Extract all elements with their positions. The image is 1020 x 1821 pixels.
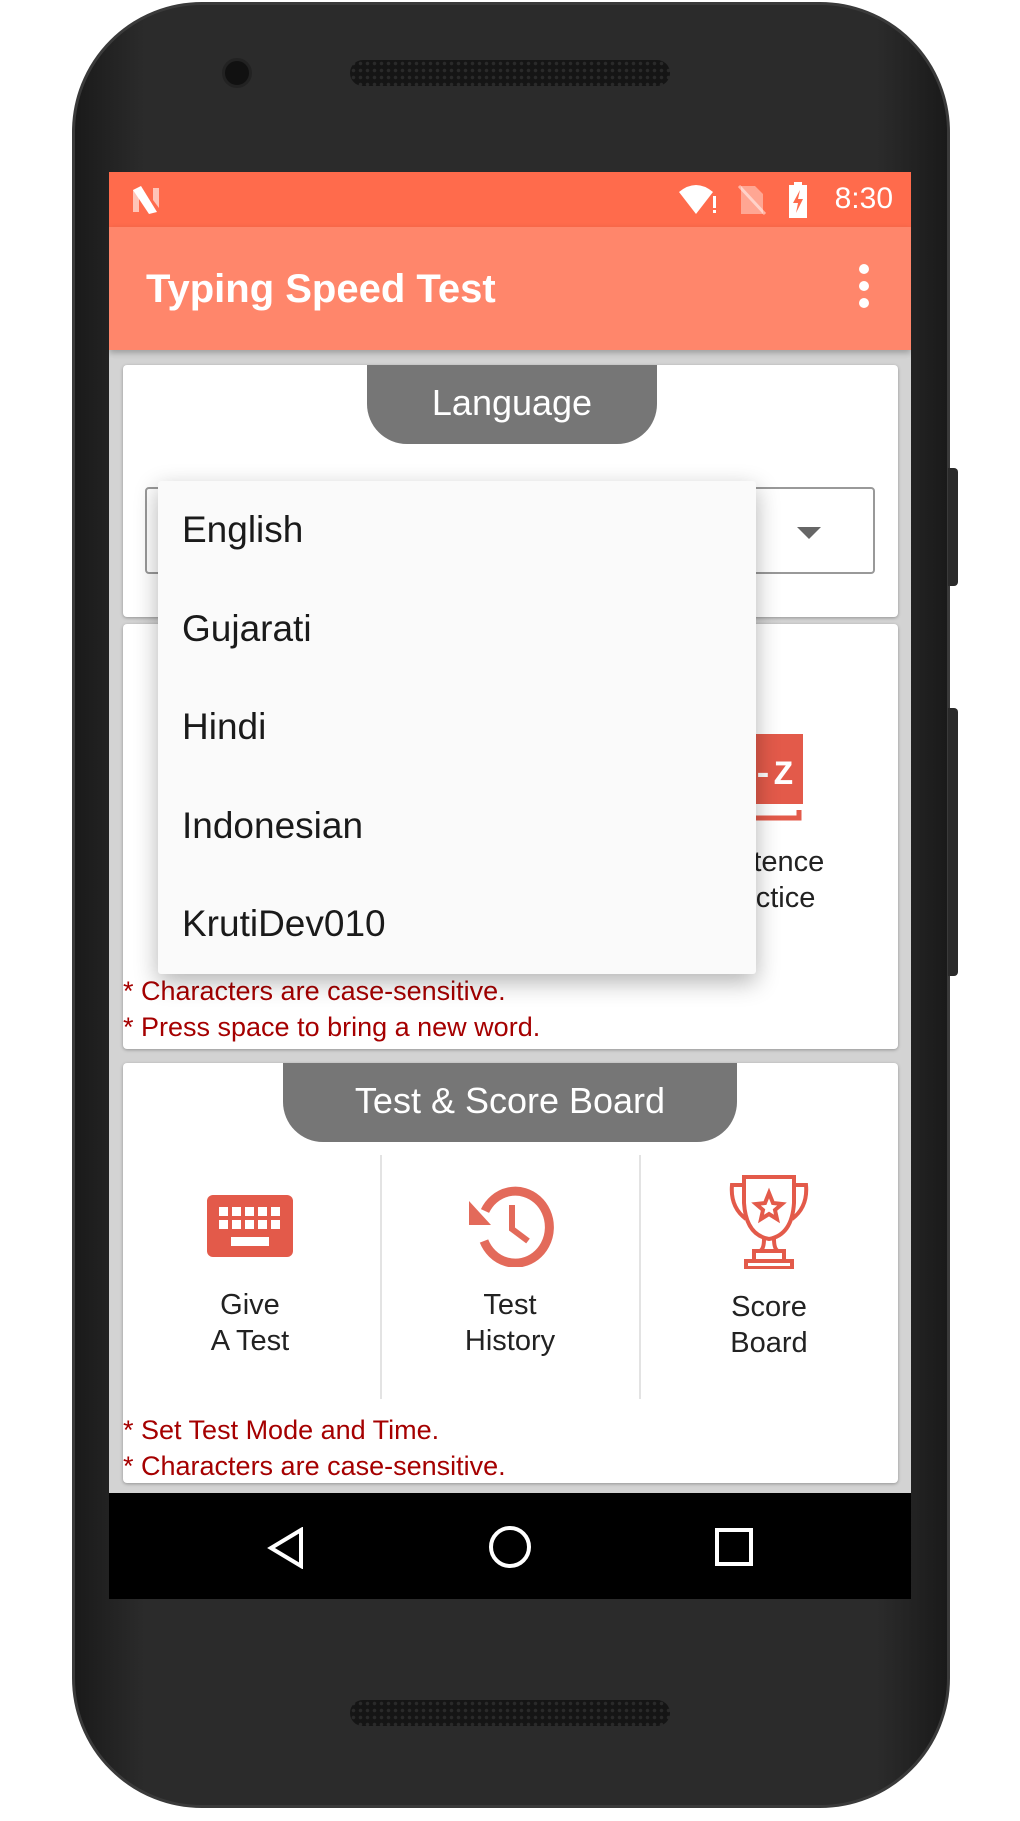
language-tab-label: Language (367, 365, 657, 444)
history-icon (469, 1186, 554, 1267)
note: * Set Test Mode and Time. (123, 1415, 440, 1445)
item-label: Board (730, 1327, 808, 1359)
score-board-button[interactable]: Score Board (649, 1173, 889, 1361)
front-camera (222, 58, 252, 88)
bottom-speaker (350, 1700, 670, 1726)
dropdown-option-gujarati[interactable]: Gujarati (158, 580, 756, 679)
test-score-card: Test & Score Board Give A Test Test Hist… (123, 1063, 898, 1483)
home-icon[interactable] (488, 1525, 532, 1569)
trophy-icon (729, 1175, 809, 1269)
dropdown-arrow-icon (797, 527, 821, 539)
dropdown-option-indonesian[interactable]: Indonesian (158, 777, 756, 876)
earpiece-speaker (350, 60, 670, 86)
item-label: History (464, 1325, 556, 1357)
give-test-button[interactable]: Give A Test (130, 1183, 370, 1359)
recents-icon[interactable] (715, 1528, 753, 1566)
divider (380, 1155, 382, 1399)
dropdown-option-krutidev010[interactable]: KrutiDev010 (158, 875, 756, 974)
item-label: A Test (210, 1325, 290, 1357)
divider (639, 1155, 641, 1399)
power-button (948, 708, 958, 976)
language-dropdown-menu: English Gujarati Hindi Indonesian KrutiD… (158, 481, 756, 974)
dropdown-option-hindi[interactable]: Hindi (158, 678, 756, 777)
item-label: Score (731, 1291, 807, 1323)
note: * Characters are case-sensitive. (123, 976, 506, 1006)
test-history-button[interactable]: Test History (390, 1183, 630, 1359)
battery-charging-icon (789, 182, 807, 218)
no-sim-icon (737, 184, 767, 216)
note: * Characters are case-sensitive. (123, 1451, 506, 1481)
status-time: 8:30 (834, 182, 893, 215)
note: * Press space to bring a new word. (123, 1012, 541, 1042)
item-label: Give (220, 1289, 280, 1321)
keyboard-icon (207, 1195, 293, 1257)
status-bar: 8:30 (109, 172, 911, 227)
wifi-alert-icon (679, 185, 716, 214)
volume-button (948, 468, 958, 586)
notification-n-icon (133, 186, 159, 214)
more-vert-icon[interactable] (857, 264, 871, 308)
screen: 8:30 Typing Speed Test Language A-Z Sent… (109, 172, 911, 1599)
app-toolbar: Typing Speed Test (109, 227, 911, 350)
test-score-tab-label: Test & Score Board (283, 1063, 737, 1142)
navigation-bar (109, 1493, 911, 1599)
app-title: Typing Speed Test (146, 267, 496, 311)
back-icon[interactable] (267, 1527, 307, 1569)
dropdown-option-english[interactable]: English (158, 481, 756, 580)
item-label: Test (483, 1289, 537, 1321)
